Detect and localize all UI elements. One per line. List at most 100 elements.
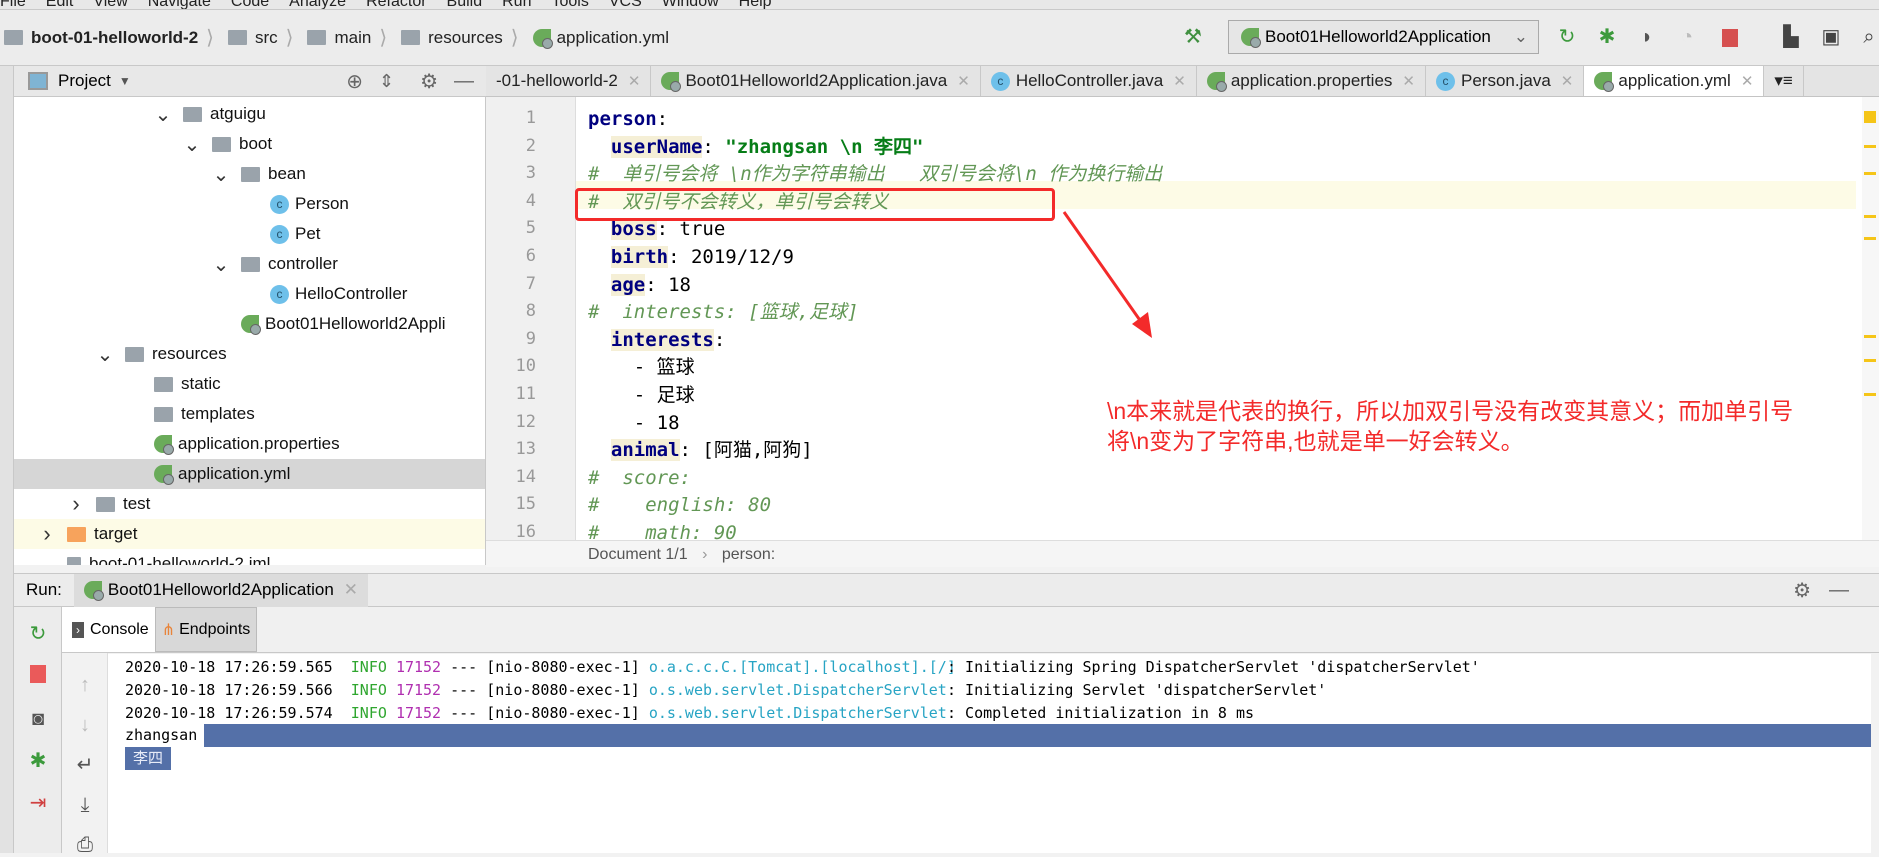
tab-console[interactable]: › Console — [62, 607, 155, 652]
menu-run[interactable]: Run — [502, 0, 531, 9]
print-icon[interactable]: ⎙ — [73, 833, 97, 857]
search-icon[interactable]: ⌕ — [1858, 26, 1879, 48]
tree-item[interactable]: ⌄ resources — [14, 339, 485, 369]
breadcrumb-label: main — [334, 27, 372, 47]
breadcrumb-item[interactable]: boot-01-helloworld-2 ⟩ — [4, 25, 222, 50]
code-editor[interactable]: 1 2 3 4 5 6 7 8 9 10 11 12 13 14 15 16 person: userName… — [486, 97, 1879, 544]
tab-application-properties[interactable]: application.properties ✕ — [1197, 66, 1426, 96]
code-token: - 足球 — [588, 384, 695, 406]
profile-icon[interactable]: ◔ — [1676, 26, 1698, 48]
tab-hellocontroller-java[interactable]: c HelloController.java ✕ — [981, 66, 1197, 96]
rerun-icon[interactable]: ↻ — [26, 622, 50, 646]
log-line: 2020-10-18 17:26:59.574 INFO 17152 --- [… — [125, 702, 1254, 725]
tab--01-helloworld-2[interactable]: -01-helloworld-2 ✕ — [486, 66, 652, 96]
tab-list-button[interactable]: ▾≡ — [1764, 66, 1804, 96]
menu-refactor[interactable]: Refactor — [366, 0, 426, 9]
tree-item[interactable]: application.properties — [14, 429, 485, 459]
left-tool-stripe — [0, 66, 14, 853]
spring-file-icon — [532, 28, 553, 49]
menu-file[interactable]: File — [0, 0, 26, 9]
breadcrumb-item[interactable]: resources ⟩ — [401, 25, 526, 50]
editor-scrollbar[interactable] — [1862, 97, 1879, 540]
terminal-icon[interactable]: ▣ — [1820, 26, 1842, 48]
tree-item[interactable]: application.yml — [14, 459, 485, 489]
project-view-select[interactable]: Project — [58, 71, 111, 91]
scroll-to-end-icon[interactable]: ⤓ — [73, 793, 97, 817]
document-crumb[interactable]: Document 1/1 — [588, 546, 688, 563]
tree-item[interactable]: ⌄ boot — [14, 129, 485, 159]
tree-item[interactable]: ⌄ controller — [14, 249, 485, 279]
tab-person-java[interactable]: c Person.java ✕ — [1426, 66, 1585, 96]
log-logger: o.a.c.c.C.[Tomcat].[localhost].[/] — [648, 658, 956, 676]
stop-icon[interactable] — [1722, 29, 1738, 47]
menu-edit[interactable]: Edit — [46, 0, 74, 9]
run-configuration-select[interactable]: Boot01Helloworld2Application ⌄ — [1228, 20, 1539, 54]
tree-item[interactable]: boot-01-helloworld-2.iml — [14, 549, 485, 565]
run-tab[interactable]: Boot01Helloworld2Application ✕ — [73, 573, 369, 607]
debug-icon[interactable]: ✱ — [1596, 26, 1618, 48]
breadcrumb-item[interactable]: src ⟩ — [227, 25, 301, 50]
tree-item[interactable]: ⌄ atguigu — [14, 99, 485, 129]
code-line: # interests: [篮球,足球] — [588, 298, 858, 326]
chevron-down-icon[interactable]: ⌄ — [211, 252, 231, 277]
tab-endpoints[interactable]: ⋔ Endpoints — [154, 607, 258, 652]
tab-application-yml[interactable]: application.yml ✕ — [1584, 66, 1765, 96]
minimize-icon[interactable]: — — [454, 70, 474, 93]
project-structure-icon[interactable]: ▙ — [1780, 26, 1802, 48]
collapse-all-icon[interactable]: ⇕ — [379, 71, 394, 92]
arrow-down-icon[interactable]: ↓ — [73, 713, 97, 737]
tree-item-label: static — [181, 374, 221, 393]
gear-icon[interactable]: ⚙ — [1793, 578, 1811, 603]
menu-code[interactable]: Code — [231, 0, 269, 9]
rerun-icon[interactable]: ↻ — [1556, 26, 1578, 48]
menu-tools[interactable]: Tools — [551, 0, 588, 9]
chevron-down-icon[interactable]: ⌄ — [95, 342, 115, 367]
tree-item[interactable]: templates — [14, 399, 485, 429]
menu-navigate[interactable]: Navigate — [148, 0, 211, 9]
chevron-right-icon[interactable]: › — [66, 491, 86, 517]
login-icon[interactable]: ⇥ — [26, 791, 50, 815]
coverage-icon[interactable]: ◗ — [1636, 26, 1658, 48]
marker — [1864, 237, 1876, 240]
camera-icon[interactable]: ◙ — [26, 707, 50, 731]
tab-boot01helloworld2application-java[interactable]: Boot01Helloworld2Application.java ✕ — [651, 66, 981, 96]
close-icon[interactable]: ✕ — [957, 72, 970, 90]
dropdown-icon[interactable]: ▼ — [119, 74, 131, 88]
tree-item[interactable]: c Person — [14, 189, 485, 219]
close-icon[interactable]: ✕ — [1173, 72, 1186, 90]
minimize-icon[interactable]: — — [1829, 579, 1849, 602]
menu-view[interactable]: View — [93, 0, 127, 9]
chevron-right-icon[interactable]: › — [37, 521, 57, 547]
tree-item[interactable]: Boot01Helloworld2Appli — [14, 309, 485, 339]
path-crumb[interactable]: person: — [722, 546, 775, 563]
tree-item[interactable]: c Pet — [14, 219, 485, 249]
menu-help[interactable]: Help — [739, 0, 772, 9]
tree-item[interactable]: c HelloController — [14, 279, 485, 309]
breadcrumb-item[interactable]: application.yml — [532, 28, 669, 49]
close-icon[interactable]: ✕ — [628, 72, 641, 90]
soft-wrap-icon[interactable]: ↵ — [73, 753, 97, 777]
arrow-up-icon[interactable]: ↑ — [73, 673, 97, 697]
breadcrumb-item[interactable]: main ⟩ — [307, 25, 395, 50]
chevron-down-icon[interactable]: ⌄ — [153, 102, 173, 127]
debug-icon[interactable]: ✱ — [26, 749, 50, 773]
chevron-down-icon[interactable]: ⌄ — [182, 132, 202, 157]
tree-item[interactable]: static — [14, 369, 485, 399]
menu-build[interactable]: Build — [447, 0, 483, 9]
console-output[interactable]: 2020-10-18 17:26:59.565 INFO 17152 --- [… — [108, 654, 1871, 853]
close-icon[interactable]: ✕ — [1561, 72, 1574, 90]
close-icon[interactable]: ✕ — [1402, 72, 1415, 90]
menu-window[interactable]: Window — [662, 0, 719, 9]
locate-icon[interactable]: ⊕ — [346, 69, 363, 94]
tree-item[interactable]: ⌄ bean — [14, 159, 485, 189]
gear-icon[interactable]: ⚙ — [420, 69, 438, 94]
build-hammer-icon[interactable]: ⚒ — [1182, 26, 1204, 48]
close-icon[interactable]: ✕ — [1741, 72, 1754, 90]
close-icon[interactable]: ✕ — [344, 580, 358, 600]
menu-analyze[interactable]: Analyze — [289, 0, 346, 9]
stop-icon[interactable] — [30, 665, 46, 683]
menu-vcs[interactable]: VCS — [609, 0, 642, 9]
tree-item[interactable]: › test — [14, 489, 485, 519]
tree-item[interactable]: › target — [14, 519, 485, 549]
chevron-down-icon[interactable]: ⌄ — [211, 162, 231, 187]
